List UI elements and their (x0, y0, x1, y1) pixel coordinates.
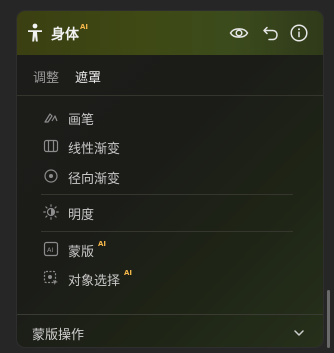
section-divider (41, 194, 293, 195)
tab-bar: 调整 遮罩 (17, 55, 323, 96)
object-select-icon (43, 270, 58, 285)
mask-option-brush[interactable]: 画笔 (41, 107, 281, 128)
ai-mask-icon: AI (43, 241, 59, 257)
mask-option-brightness[interactable]: 明度 (41, 202, 281, 223)
mask-option-label: 对象选择AI (68, 269, 133, 289)
panel-header: 身体AI (17, 11, 323, 55)
mask-option-linear-gradient[interactable]: 线性渐变 (41, 136, 281, 157)
scrollbar[interactable] (327, 290, 330, 348)
mask-option-label: 明度 (68, 208, 95, 223)
brightness-icon (43, 204, 59, 220)
eye-icon[interactable] (229, 23, 249, 43)
person-icon (28, 23, 42, 42)
mask-actions-label: 蒙版操作 (32, 328, 85, 343)
panel-title-text: 身体 (51, 27, 79, 43)
ai-badge: AI (98, 240, 107, 248)
panel-title: 身体AI (51, 23, 89, 44)
mask-option-label: 画笔 (68, 113, 95, 128)
tab-mask[interactable]: 遮罩 (75, 67, 101, 86)
brush-icon (44, 113, 58, 123)
mask-option-label: 线性渐变 (68, 142, 121, 157)
mask-option-label: 蒙版AI (68, 240, 107, 260)
mask-option-radial-gradient[interactable]: 径向渐变 (41, 166, 281, 187)
chevron-down-icon[interactable] (292, 326, 306, 340)
mask-option-ai-mask[interactable]: AI 蒙版AI (41, 239, 281, 260)
radial-gradient-icon (44, 169, 58, 183)
section-divider (41, 231, 293, 232)
svg-text:AI: AI (47, 246, 53, 254)
info-icon[interactable] (289, 23, 309, 43)
mask-actions-row[interactable]: 蒙版操作 (17, 314, 323, 347)
ai-badge: AI (124, 269, 133, 277)
mask-panel: 身体AI 调整 遮罩 画笔 线性渐变 径向渐变 明度 AI 蒙版AI 对象选择A… (17, 11, 323, 347)
mask-option-label-text: 对象选择 (68, 274, 121, 289)
mask-option-label-text: 蒙版 (68, 245, 95, 260)
undo-icon[interactable] (261, 23, 281, 43)
tab-adjust[interactable]: 调整 (33, 67, 59, 86)
mask-option-object-select[interactable]: 对象选择AI (41, 268, 281, 289)
linear-gradient-icon (43, 139, 59, 153)
ai-badge: AI (80, 23, 89, 31)
mask-option-label: 径向渐变 (68, 172, 121, 187)
